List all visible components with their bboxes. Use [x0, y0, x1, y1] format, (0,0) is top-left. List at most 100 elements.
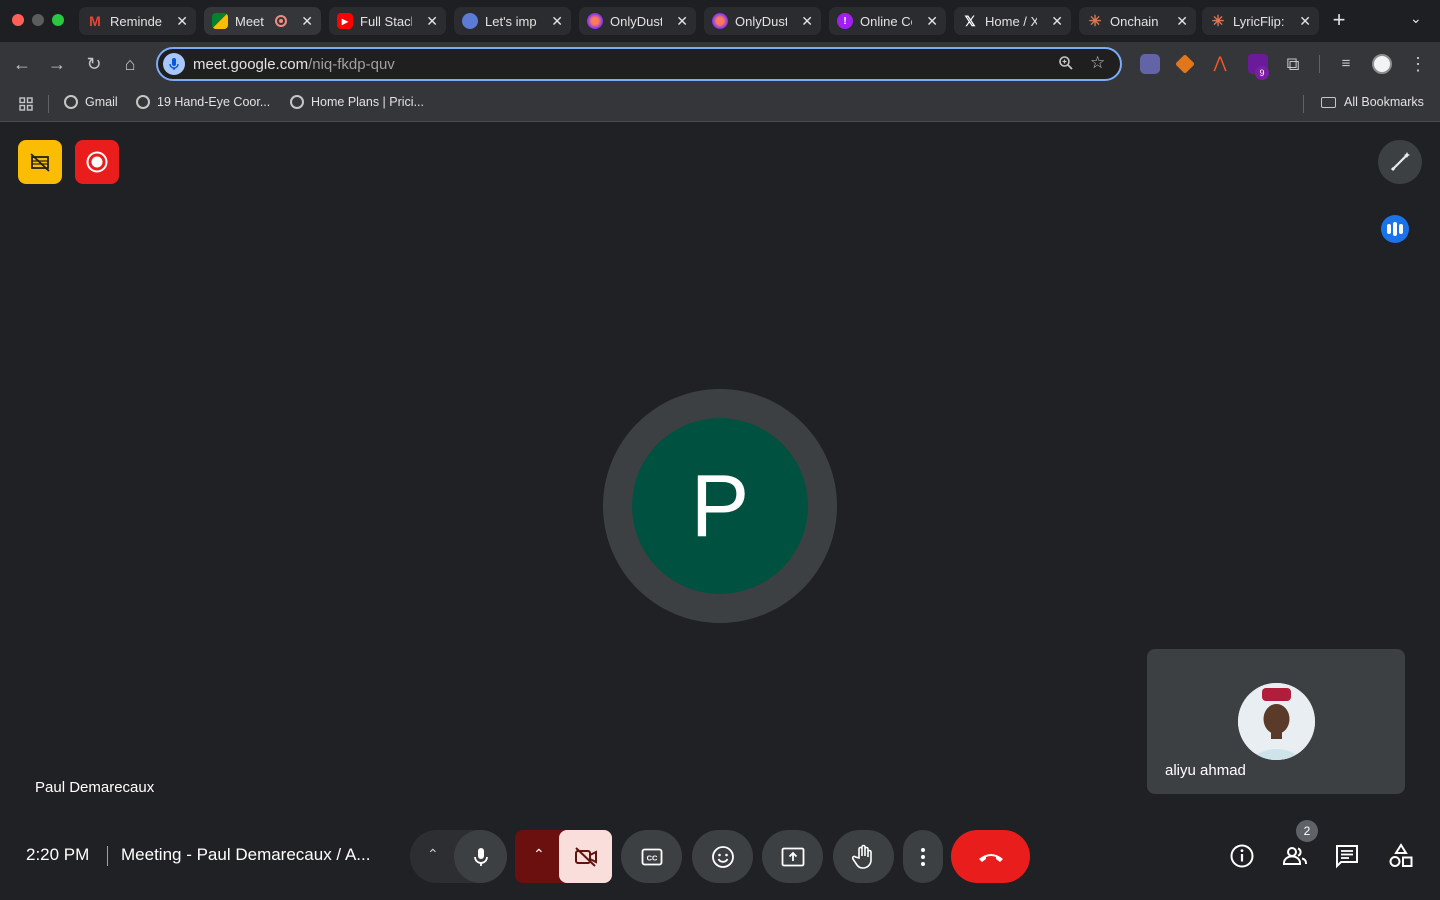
- close-icon[interactable]: ✕: [301, 13, 313, 30]
- more-vertical-icon: [921, 847, 925, 866]
- leave-call-button[interactable]: [951, 830, 1030, 883]
- chat-icon: [1336, 845, 1358, 869]
- close-window-button[interactable]: [12, 14, 24, 26]
- bookmark-home-plans[interactable]: Home Plans | Prici...: [290, 95, 424, 109]
- globe-icon: [136, 95, 150, 109]
- captions-button[interactable]: CC: [621, 830, 682, 883]
- pen-edit-button[interactable]: [1378, 140, 1422, 184]
- browser-toolbar: ← → ↻ ⌂ meet.google.com/niq-fkdp-quv ☆ ⋀…: [0, 42, 1440, 86]
- emoji-icon: [711, 845, 734, 868]
- tab-onchain[interactable]: ✳ Onchain I ✕: [1079, 7, 1196, 35]
- home-button[interactable]: ⌂: [118, 52, 142, 76]
- back-button[interactable]: ←: [10, 52, 34, 76]
- meeting-details-button[interactable]: [1228, 842, 1256, 870]
- speaking-indicator-icon: [1381, 215, 1409, 243]
- self-view-tile[interactable]: aliyu ahmad: [1147, 649, 1405, 794]
- close-icon[interactable]: ✕: [926, 13, 938, 30]
- extension-metamask-icon[interactable]: [1175, 54, 1195, 74]
- reload-button[interactable]: ↻: [82, 52, 106, 76]
- extension-badge: 9: [1255, 66, 1269, 80]
- extensions-puzzle-icon[interactable]: ⧉: [1281, 52, 1305, 76]
- media-controls-icon[interactable]: ≡: [1334, 52, 1358, 76]
- all-bookmarks-button[interactable]: All Bookmarks: [1321, 95, 1424, 109]
- zoom-icon[interactable]: [1058, 55, 1074, 76]
- raise-hand-icon: [851, 844, 872, 869]
- microphone-button[interactable]: [454, 830, 507, 883]
- close-icon[interactable]: ✕: [551, 13, 563, 30]
- github-avatar-icon: [462, 13, 478, 29]
- forward-button[interactable]: →: [45, 52, 69, 76]
- close-icon[interactable]: ✕: [1051, 13, 1063, 30]
- bookmarks-divider: [48, 95, 49, 113]
- tab-full-stack[interactable]: ▶ Full Stack ✕: [329, 7, 446, 35]
- claude-icon: ✳: [1211, 13, 1225, 30]
- self-avatar: [1238, 683, 1315, 760]
- url-text: meet.google.com/niq-fkdp-quv: [193, 56, 395, 73]
- onlydust-icon: [712, 13, 728, 29]
- more-options-button[interactable]: [903, 830, 943, 883]
- main-participant-name: Paul Demarecaux: [35, 779, 155, 796]
- folder-icon: [1321, 96, 1336, 108]
- bottom-bar-divider: [107, 846, 108, 866]
- camera-button[interactable]: [559, 830, 612, 883]
- tab-strip: M Reminder ✕ Meet ✕ ▶ Full Stack ✕ Let's…: [0, 0, 1440, 42]
- globe-icon: [64, 95, 78, 109]
- tab-home-x[interactable]: 𝕏 Home / X ✕: [954, 7, 1071, 35]
- close-icon[interactable]: ✕: [801, 13, 813, 30]
- close-icon[interactable]: ✕: [676, 13, 688, 30]
- microphone-icon: [473, 847, 488, 866]
- microphone-indicator-icon[interactable]: [163, 53, 185, 75]
- onlydust-icon: [587, 13, 603, 29]
- hang-up-icon: [978, 853, 1003, 862]
- gmail-icon: M: [89, 13, 101, 29]
- reactions-button[interactable]: [692, 830, 753, 883]
- bookmark-gmail[interactable]: Gmail: [64, 95, 118, 109]
- purple-shield-icon: !: [837, 13, 853, 29]
- tab-onlydust-1[interactable]: OnlyDust ✕: [579, 7, 696, 35]
- people-button[interactable]: [1281, 842, 1309, 870]
- present-screen-button[interactable]: [762, 830, 823, 883]
- tab-lets-impl[interactable]: Let's impl ✕: [454, 7, 571, 35]
- participant-count-badge: 2: [1296, 820, 1318, 842]
- browser-menu-icon[interactable]: ⋮: [1406, 52, 1430, 76]
- info-icon: [1230, 844, 1254, 868]
- tab-search-chevron-icon[interactable]: ⌄: [1410, 10, 1422, 27]
- audio-options-chevron-icon[interactable]: ⌃: [427, 846, 439, 863]
- profile-avatar[interactable]: [1372, 54, 1392, 74]
- close-icon[interactable]: ✕: [1299, 13, 1311, 30]
- youtube-icon: ▶: [337, 13, 353, 29]
- tab-lyricflip[interactable]: ✳ LyricFlip: ✕: [1202, 7, 1319, 35]
- bookmarks-bar: Gmail 19 Hand-Eye Coor... Home Plans | P…: [0, 86, 1440, 122]
- svg-text:CC: CC: [646, 853, 657, 862]
- raise-hand-button[interactable]: [833, 830, 894, 883]
- self-participant-name: aliyu ahmad: [1165, 762, 1246, 779]
- extension-teams-icon[interactable]: [1140, 54, 1160, 74]
- magic-pen-icon: [1390, 152, 1410, 172]
- tab-meet[interactable]: Meet ✕: [204, 7, 321, 35]
- video-options-chevron-icon[interactable]: ⌃: [533, 846, 545, 863]
- bookmark-star-icon[interactable]: ☆: [1090, 53, 1105, 73]
- maximize-window-button[interactable]: [52, 14, 64, 26]
- address-bar[interactable]: meet.google.com/niq-fkdp-quv ☆: [156, 47, 1122, 81]
- minimize-window-button[interactable]: [32, 14, 44, 26]
- meet-icon: [212, 13, 228, 29]
- no-camera-badge[interactable]: [18, 140, 62, 184]
- tab-onlydust-2[interactable]: OnlyDust ✕: [704, 7, 821, 35]
- chat-button[interactable]: [1333, 842, 1361, 870]
- close-icon[interactable]: ✕: [176, 13, 188, 30]
- close-icon[interactable]: ✕: [426, 13, 438, 30]
- recording-badge[interactable]: [75, 140, 119, 184]
- bookmark-hand-eye[interactable]: 19 Hand-Eye Coor...: [136, 95, 270, 109]
- new-tab-button[interactable]: +: [1326, 8, 1352, 34]
- activities-button[interactable]: [1387, 842, 1415, 870]
- camera-off-icon: [574, 846, 597, 867]
- meeting-clock: 2:20 PM: [26, 845, 90, 864]
- extension-orange-icon[interactable]: ⋀: [1210, 54, 1230, 74]
- participant-avatar: P: [632, 418, 808, 594]
- bookmarks-divider-right: [1303, 95, 1304, 113]
- tab-reminder[interactable]: M Reminder ✕: [79, 7, 196, 35]
- close-icon[interactable]: ✕: [1176, 13, 1188, 30]
- tab-online-co[interactable]: ! Online Co ✕: [829, 7, 946, 35]
- apps-grid-icon[interactable]: [19, 97, 33, 111]
- toolbar-divider: [1319, 55, 1320, 73]
